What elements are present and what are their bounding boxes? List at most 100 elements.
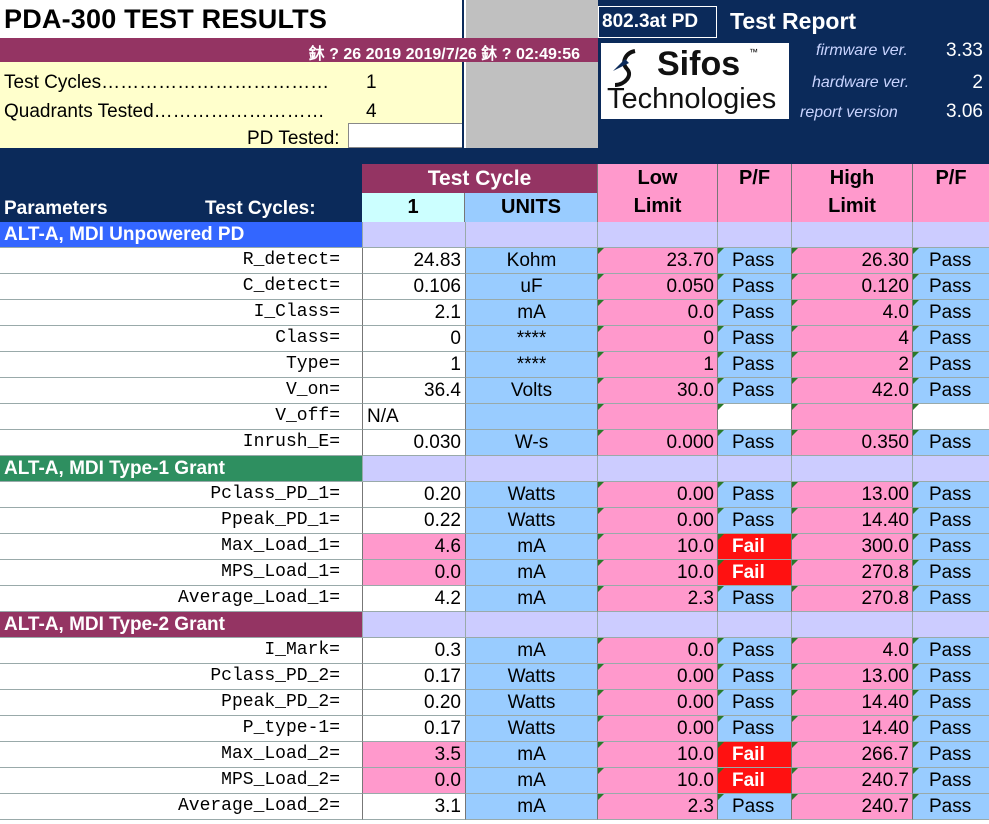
high-pf-status[interactable]: Pass — [912, 638, 989, 664]
high-pf-status[interactable]: Pass — [912, 664, 989, 690]
measured-value[interactable]: 0.0 — [362, 560, 465, 586]
unit-cell[interactable]: mA — [465, 742, 597, 768]
measured-value[interactable]: 4.2 — [362, 586, 465, 612]
unit-cell[interactable]: mA — [465, 586, 597, 612]
unit-cell[interactable]: Watts — [465, 482, 597, 508]
high-limit[interactable]: 0.350 — [791, 430, 912, 456]
measured-value[interactable]: 3.1 — [362, 794, 465, 820]
high-limit[interactable]: 266.7 — [791, 742, 912, 768]
param-name[interactable]: Pclass_PD_1= — [0, 482, 362, 508]
high-limit[interactable]: 270.8 — [791, 560, 912, 586]
high-pf-status[interactable]: Pass — [912, 742, 989, 768]
low-limit[interactable]: 0.050 — [597, 274, 717, 300]
param-name[interactable]: Average_Load_1= — [0, 586, 362, 612]
low-limit[interactable]: 0.00 — [597, 664, 717, 690]
low-pf-status[interactable]: Pass — [717, 248, 791, 274]
low-limit[interactable]: 0.00 — [597, 482, 717, 508]
low-pf-status[interactable]: Pass — [717, 794, 791, 820]
measured-value[interactable]: 0.106 — [362, 274, 465, 300]
high-limit[interactable]: 13.00 — [791, 482, 912, 508]
measured-value[interactable]: 0.17 — [362, 716, 465, 742]
param-name[interactable]: P_type-1= — [0, 716, 362, 742]
unit-cell[interactable]: uF — [465, 274, 597, 300]
unit-cell[interactable]: Watts — [465, 664, 597, 690]
low-limit[interactable]: 1 — [597, 352, 717, 378]
param-name[interactable]: I_Mark= — [0, 638, 362, 664]
measured-value[interactable]: 0.20 — [362, 690, 465, 716]
low-pf-status[interactable]: Pass — [717, 716, 791, 742]
high-limit[interactable]: 0.120 — [791, 274, 912, 300]
low-pf-status[interactable]: Pass — [717, 274, 791, 300]
low-pf-status[interactable]: Pass — [717, 352, 791, 378]
param-name[interactable]: V_off= — [0, 404, 362, 430]
high-limit[interactable]: 14.40 — [791, 716, 912, 742]
high-limit[interactable]: 14.40 — [791, 690, 912, 716]
high-limit[interactable]: 13.00 — [791, 664, 912, 690]
low-pf-status[interactable]: Fail — [717, 768, 791, 794]
high-pf-status[interactable]: Pass — [912, 274, 989, 300]
measured-value[interactable]: 0 — [362, 326, 465, 352]
low-pf-status[interactable]: Pass — [717, 690, 791, 716]
high-pf-status[interactable]: Pass — [912, 690, 989, 716]
high-pf-status[interactable]: Pass — [912, 248, 989, 274]
param-name[interactable]: Inrush_E= — [0, 430, 362, 456]
param-name[interactable]: Ppeak_PD_2= — [0, 690, 362, 716]
high-pf-status[interactable]: Pass — [912, 378, 989, 404]
high-pf-status[interactable]: Pass — [912, 300, 989, 326]
high-pf-status[interactable]: Pass — [912, 430, 989, 456]
measured-value[interactable]: 0.3 — [362, 638, 465, 664]
param-name[interactable]: Max_Load_2= — [0, 742, 362, 768]
high-limit[interactable] — [791, 404, 912, 430]
unit-cell[interactable]: Volts — [465, 378, 597, 404]
measured-value[interactable]: 0.0 — [362, 768, 465, 794]
param-name[interactable]: I_Class= — [0, 300, 362, 326]
measured-value[interactable]: 2.1 — [362, 300, 465, 326]
high-limit[interactable]: 26.30 — [791, 248, 912, 274]
param-name[interactable]: Pclass_PD_2= — [0, 664, 362, 690]
high-limit[interactable]: 300.0 — [791, 534, 912, 560]
low-pf-status[interactable]: Fail — [717, 560, 791, 586]
measured-value[interactable]: 24.83 — [362, 248, 465, 274]
measured-value[interactable]: 4.6 — [362, 534, 465, 560]
high-limit[interactable]: 4.0 — [791, 300, 912, 326]
unit-cell[interactable]: mA — [465, 768, 597, 794]
low-pf-status[interactable]: Pass — [717, 326, 791, 352]
low-pf-status[interactable]: Fail — [717, 742, 791, 768]
low-limit[interactable]: 0.0 — [597, 638, 717, 664]
unit-cell[interactable]: Watts — [465, 716, 597, 742]
unit-cell[interactable]: Watts — [465, 690, 597, 716]
high-pf-status[interactable]: Pass — [912, 326, 989, 352]
high-limit[interactable]: 14.40 — [791, 508, 912, 534]
low-pf-status[interactable]: Pass — [717, 586, 791, 612]
high-pf-status[interactable]: Pass — [912, 352, 989, 378]
low-limit[interactable]: 30.0 — [597, 378, 717, 404]
unit-cell[interactable]: mA — [465, 794, 597, 820]
low-limit[interactable]: 0.00 — [597, 716, 717, 742]
param-name[interactable]: MPS_Load_1= — [0, 560, 362, 586]
param-name[interactable]: Class= — [0, 326, 362, 352]
high-limit[interactable]: 4.0 — [791, 638, 912, 664]
high-pf-status[interactable]: Pass — [912, 508, 989, 534]
high-pf-status[interactable]: Pass — [912, 482, 989, 508]
unit-cell[interactable]: **** — [465, 326, 597, 352]
low-limit[interactable]: 10.0 — [597, 742, 717, 768]
unit-cell[interactable]: mA — [465, 638, 597, 664]
high-limit[interactable]: 270.8 — [791, 586, 912, 612]
low-pf-status[interactable] — [717, 404, 791, 430]
high-pf-status[interactable]: Pass — [912, 586, 989, 612]
low-limit[interactable] — [597, 404, 717, 430]
low-limit[interactable]: 2.3 — [597, 794, 717, 820]
low-pf-status[interactable]: Pass — [717, 378, 791, 404]
param-name[interactable]: V_on= — [0, 378, 362, 404]
measured-value[interactable]: 3.5 — [362, 742, 465, 768]
low-limit[interactable]: 10.0 — [597, 534, 717, 560]
low-limit[interactable]: 0.0 — [597, 300, 717, 326]
low-pf-status[interactable]: Fail — [717, 534, 791, 560]
unit-cell[interactable]: mA — [465, 300, 597, 326]
low-limit[interactable]: 0.00 — [597, 508, 717, 534]
low-limit[interactable]: 0.000 — [597, 430, 717, 456]
low-limit[interactable]: 0.00 — [597, 690, 717, 716]
high-limit[interactable]: 2 — [791, 352, 912, 378]
low-limit[interactable]: 0 — [597, 326, 717, 352]
param-name[interactable]: Type= — [0, 352, 362, 378]
